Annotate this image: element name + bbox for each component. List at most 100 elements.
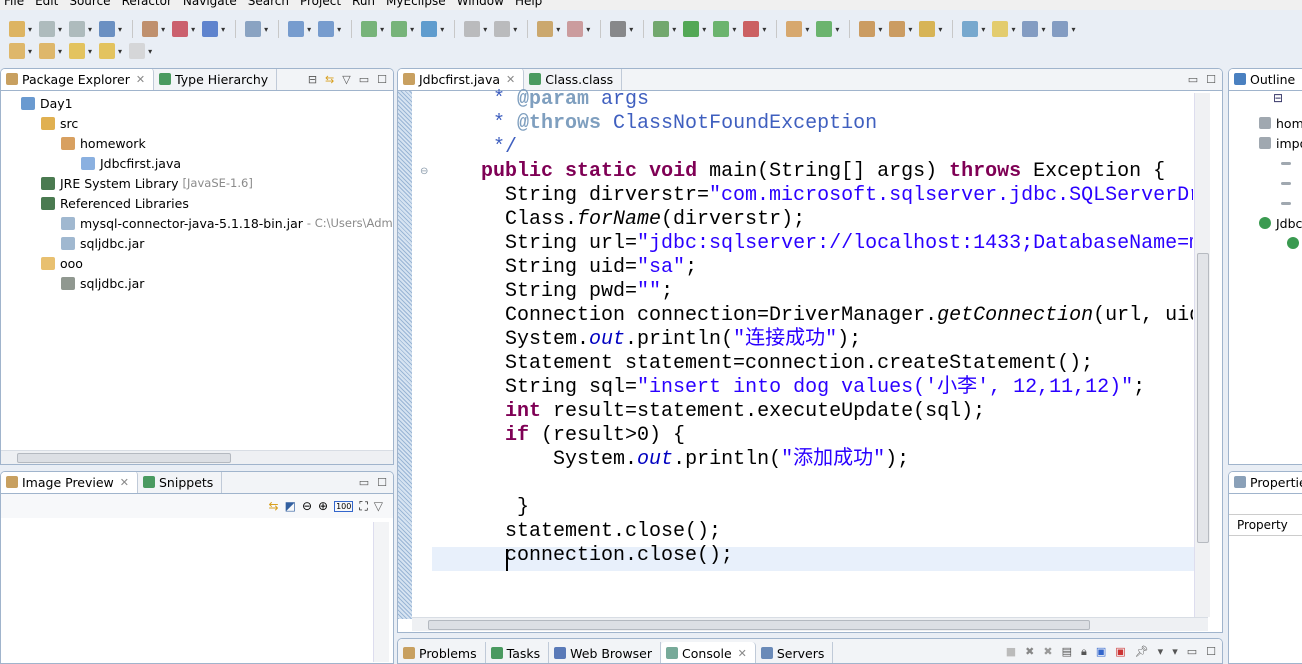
editor-vertical-scrollbar[interactable] (1194, 93, 1210, 617)
close-icon[interactable]: ✕ (738, 647, 747, 660)
dropdown-arrow-icon[interactable]: ▾ (118, 47, 122, 56)
zoom-out-icon[interactable]: ⊖ (302, 499, 312, 513)
toolbar-button-icon[interactable] (610, 21, 627, 37)
dropdown-arrow-icon[interactable]: ▾ (805, 25, 809, 34)
collapse-all-icon[interactable]: ⊟ (308, 73, 317, 86)
dropdown-arrow-icon[interactable]: ▾ (191, 25, 195, 34)
minimize-icon[interactable]: ▭ (1187, 645, 1197, 659)
toolbar-button-icon[interactable] (288, 21, 305, 37)
toolbar-button-icon[interactable] (361, 21, 378, 37)
actual-size-icon[interactable]: 100 (334, 500, 354, 512)
toolbar-button-icon[interactable] (421, 21, 438, 37)
toolbar-button-icon[interactable] (245, 21, 262, 37)
back-icon[interactable] (99, 43, 116, 59)
dropdown-arrow-icon[interactable]: ▾ (762, 25, 766, 34)
tree-item[interactable]: homework (61, 133, 146, 153)
tree-item[interactable]: sqljdbc.jar (61, 233, 144, 253)
remove-launch-icon[interactable]: ✖ (1025, 645, 1034, 659)
tab-servers[interactable]: Servers (756, 642, 834, 663)
toolbar-button-icon[interactable] (69, 21, 86, 37)
dropdown-arrow-icon[interactable]: ▾ (556, 25, 560, 34)
menu-navigate[interactable]: Navigate (179, 0, 244, 10)
toolbar-button-icon[interactable] (653, 21, 670, 37)
outline-item[interactable] (1281, 173, 1296, 193)
dropdown-arrow-icon[interactable]: ▾ (732, 25, 736, 34)
tree-item[interactable]: sqljdbc.jar (61, 273, 144, 293)
display-console-icon[interactable]: ▾ (1158, 645, 1164, 659)
zoom-in-icon[interactable]: ⊕ (318, 499, 328, 513)
tree-item[interactable]: mysql-connector-java-5.1.18-bin.jar - C:\… (61, 213, 393, 233)
clear-console-icon[interactable]: ▤ (1062, 645, 1072, 659)
maximize-icon[interactable]: ☐ (377, 73, 387, 86)
dropdown-arrow-icon[interactable]: ▾ (1071, 25, 1075, 34)
next-annotation-icon[interactable] (9, 43, 25, 59)
last-edit-icon[interactable] (69, 43, 86, 59)
show-on-error-icon[interactable]: ▣ (1115, 645, 1125, 659)
dropdown-arrow-icon[interactable]: ▾ (148, 47, 152, 56)
dropdown-arrow-icon[interactable]: ▾ (835, 25, 839, 34)
dropdown-arrow-icon[interactable]: ▾ (28, 25, 32, 34)
sync-icon[interactable]: ⇆ (269, 499, 279, 513)
dropdown-arrow-icon[interactable]: ▾ (938, 25, 942, 34)
toolbar-button-icon[interactable] (39, 21, 56, 37)
dropdown-arrow-icon[interactable]: ▾ (88, 25, 92, 34)
dropdown-arrow-icon[interactable]: ▾ (118, 25, 122, 34)
dropdown-arrow-icon[interactable]: ▾ (28, 47, 32, 56)
close-icon[interactable]: ✕ (136, 73, 145, 86)
toolbar-button-icon[interactable] (9, 21, 25, 37)
toolbar-button-icon[interactable] (743, 21, 760, 37)
pin-console-icon[interactable]: 📌︎ (1135, 645, 1149, 659)
toolbar-button-icon[interactable] (962, 21, 979, 37)
previous-annotation-icon[interactable] (39, 43, 56, 59)
close-icon[interactable]: ✕ (120, 476, 129, 489)
outline-item[interactable]: Jdbcfirst (1259, 213, 1302, 233)
tree-item[interactable]: src (41, 113, 78, 133)
toolbar-button-icon[interactable] (142, 21, 159, 37)
menu-help[interactable]: Help (511, 0, 549, 10)
toolbar-button-icon[interactable] (567, 21, 584, 37)
dropdown-arrow-icon[interactable]: ▾ (1041, 25, 1045, 34)
toolbar-button-icon[interactable] (99, 21, 116, 37)
tab-jdbcfirst-java[interactable]: Jdbcfirst.java ✕ (398, 69, 525, 90)
tab-class-class[interactable]: Class.class (524, 69, 623, 90)
menu-project[interactable]: Project (296, 0, 348, 10)
outline-item[interactable] (1281, 193, 1296, 213)
toolbar-button-icon[interactable] (786, 21, 803, 37)
menu-myeclipse[interactable]: MyEclipse (382, 0, 453, 10)
menu-search[interactable]: Search (244, 0, 296, 10)
tab-console[interactable]: Console ✕ (661, 642, 756, 663)
horizontal-scrollbar[interactable] (1, 450, 393, 464)
menu-source[interactable]: Source (65, 0, 117, 10)
toolbar-button-icon[interactable] (1052, 21, 1069, 37)
dropdown-arrow-icon[interactable]: ▾ (440, 25, 444, 34)
fold-collapse-icon[interactable]: ⊖ (420, 166, 428, 177)
tree-item[interactable]: Jdbcfirst.java (81, 153, 181, 173)
outline-item[interactable]: homework (1259, 113, 1302, 133)
minimize-icon[interactable]: ▭ (359, 476, 369, 489)
dropdown-arrow-icon[interactable]: ▾ (981, 25, 985, 34)
tab-type-hierarchy[interactable]: Type Hierarchy (154, 69, 278, 90)
editor-horizontal-scrollbar[interactable] (412, 617, 1208, 631)
vertical-scrollbar[interactable] (373, 522, 389, 662)
toolbar-button-icon[interactable] (816, 21, 833, 37)
dropdown-arrow-icon[interactable]: ▾ (513, 25, 517, 34)
toolbar-button-icon[interactable] (1022, 21, 1039, 37)
toolbar-button-icon[interactable] (318, 21, 335, 37)
dropdown-arrow-icon[interactable]: ▾ (161, 25, 165, 34)
show-on-output-icon[interactable]: ▣ (1096, 645, 1106, 659)
tab-image-preview[interactable]: Image Preview ✕ (1, 472, 138, 493)
view-menu-icon[interactable]: ▽ (342, 73, 350, 86)
dropdown-arrow-icon[interactable]: ▾ (58, 47, 62, 56)
toolbar-button-icon[interactable] (713, 21, 730, 37)
toolbar-button-icon[interactable] (683, 21, 700, 37)
maximize-icon[interactable]: ☐ (377, 476, 387, 489)
dropdown-arrow-icon[interactable]: ▾ (629, 25, 633, 34)
tab-package-explorer[interactable]: Package Explorer ✕ (1, 69, 155, 90)
tab-properties[interactable]: Properties (1229, 472, 1302, 493)
collapse-all-icon[interactable]: ⊟ (1273, 91, 1283, 105)
outline-item[interactable] (1281, 153, 1296, 173)
terminate-icon[interactable]: ■ (1006, 645, 1016, 659)
tab-snippets[interactable]: Snippets (138, 472, 223, 493)
menu-file[interactable]: File (0, 0, 31, 10)
scroll-lock-icon[interactable]: 🔒︎ (1081, 645, 1087, 659)
